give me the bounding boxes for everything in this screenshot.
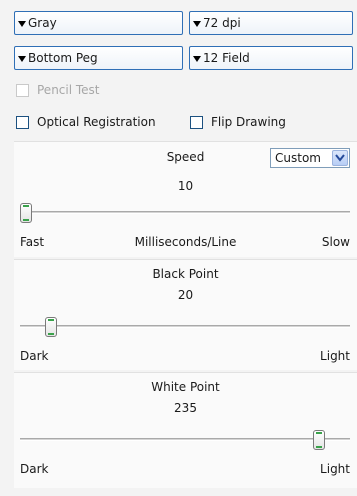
white-point-value: 235 <box>174 401 197 415</box>
pencil-test-box[interactable] <box>16 83 29 97</box>
triangle-down-icon <box>18 55 26 62</box>
pencil-test-checkbox[interactable]: Pencil Test <box>16 83 100 97</box>
color-mode-dropdown[interactable]: Gray <box>14 11 183 35</box>
speed-group: Speed Custom 10 Fast Milliseconds/Line S… <box>14 141 357 257</box>
field-label: 12 Field <box>203 51 250 65</box>
field-dropdown[interactable]: 12 Field <box>189 46 353 70</box>
speed-mode-value: Custom <box>275 151 321 165</box>
speed-slider-thumb[interactable] <box>20 203 32 223</box>
black-point-dark-label: Dark <box>20 349 49 363</box>
speed-slider-track[interactable] <box>20 211 350 214</box>
black-point-title: Black Point <box>152 267 219 281</box>
scanner-settings-panel: Gray 72 dpi Bottom Peg 12 Field Pencil T… <box>0 0 357 496</box>
speed-units-label: Milliseconds/Line <box>134 235 237 249</box>
speed-value: 10 <box>177 179 194 193</box>
white-point-group: White Point 235 Dark Light <box>14 372 357 488</box>
triangle-down-icon <box>18 20 26 27</box>
black-point-group: Black Point 20 Dark Light <box>14 259 357 370</box>
white-point-title: White Point <box>151 380 220 394</box>
black-point-slider-track[interactable] <box>20 325 350 328</box>
flip-drawing-box[interactable] <box>190 115 203 129</box>
triangle-down-icon <box>193 20 201 27</box>
color-mode-label: Gray <box>28 16 57 30</box>
optical-registration-checkbox[interactable]: Optical Registration <box>16 115 156 129</box>
chevron-down-icon[interactable] <box>332 150 348 166</box>
white-point-slider-track[interactable] <box>20 438 350 441</box>
optical-registration-label: Optical Registration <box>37 115 156 129</box>
white-point-light-label: Light <box>320 462 350 476</box>
peg-label: Bottom Peg <box>28 51 98 65</box>
peg-dropdown[interactable]: Bottom Peg <box>14 46 183 70</box>
speed-mode-select[interactable]: Custom <box>270 148 350 168</box>
pencil-test-label: Pencil Test <box>37 83 100 97</box>
flip-drawing-checkbox[interactable]: Flip Drawing <box>190 115 286 129</box>
flip-drawing-label: Flip Drawing <box>211 115 286 129</box>
optical-registration-box[interactable] <box>16 115 29 129</box>
black-point-value: 20 <box>177 288 194 302</box>
resolution-label: 72 dpi <box>203 16 241 30</box>
resolution-dropdown[interactable]: 72 dpi <box>189 11 353 35</box>
black-point-slider-thumb[interactable] <box>45 317 58 337</box>
triangle-down-icon <box>193 55 201 62</box>
white-point-slider-thumb[interactable] <box>312 430 325 450</box>
black-point-light-label: Light <box>320 349 350 363</box>
speed-slow-label: Slow <box>321 235 350 249</box>
white-point-dark-label: Dark <box>20 462 49 476</box>
